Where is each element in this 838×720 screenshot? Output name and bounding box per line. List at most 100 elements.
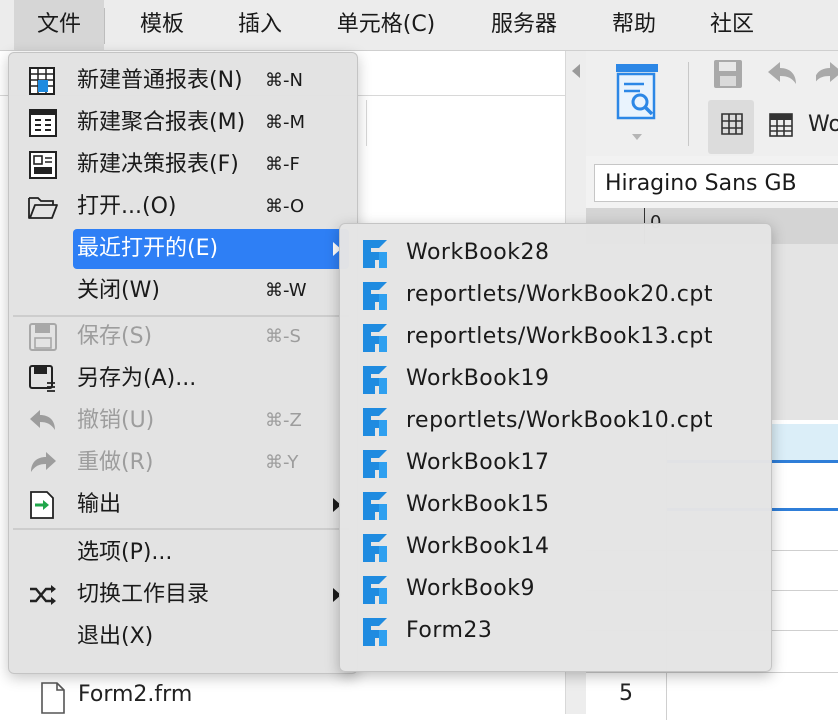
new-decision-report-icon bbox=[29, 151, 57, 179]
menu-item-recent[interactable]: 最近打开的(E) bbox=[13, 229, 353, 269]
save-icon[interactable] bbox=[712, 58, 744, 90]
recent-item[interactable]: WorkBook19 bbox=[348, 358, 758, 398]
workbook-file-icon bbox=[363, 240, 387, 268]
preview-icon[interactable] bbox=[614, 62, 660, 122]
menu-help[interactable]: 帮助 bbox=[592, 0, 676, 50]
file-menu: 新建普通报表(N) ⌘-N 新建聚合报表(M) ⌘-M 新建决策报表(F) ⌘-… bbox=[8, 52, 358, 674]
menu-item-shortcut: ⌘-W bbox=[265, 280, 307, 301]
collapse-left-icon[interactable] bbox=[572, 64, 580, 78]
grid-add-icon bbox=[721, 113, 743, 135]
menu-item-export[interactable]: 输出 bbox=[13, 485, 353, 525]
designer-toolbar: Wo bbox=[586, 50, 838, 156]
menu-item-label: 重做(R) bbox=[77, 450, 154, 475]
menu-cell[interactable]: 单元格(C) bbox=[318, 0, 454, 50]
recent-item[interactable]: WorkBook17 bbox=[348, 442, 758, 482]
menu-item-shortcut: ⌘-S bbox=[265, 326, 301, 347]
grid-line bbox=[586, 672, 838, 673]
row-header[interactable]: 5 bbox=[586, 674, 666, 714]
workbook-file-icon bbox=[363, 534, 387, 562]
menu-item-label: 打开...(O) bbox=[77, 194, 177, 219]
font-family-field[interactable]: Hiragino Sans GB bbox=[594, 164, 838, 202]
chevron-down-icon[interactable] bbox=[632, 134, 642, 140]
menu-item-label: 退出(X) bbox=[77, 624, 154, 649]
recent-item-label: WorkBook28 bbox=[406, 240, 550, 265]
workbook-file-icon bbox=[363, 576, 387, 604]
menu-item-new-aggregate-report[interactable]: 新建聚合报表(M) ⌘-M bbox=[13, 103, 353, 143]
workbook-file-icon bbox=[363, 366, 387, 394]
pane-divider-vertical bbox=[366, 100, 367, 146]
menubar: 文件 模板 插入 单元格(C) 服务器 帮助 社区 bbox=[0, 0, 838, 51]
menu-item-label: 撤销(U) bbox=[77, 408, 155, 433]
tab-label-partial[interactable]: Wo bbox=[808, 112, 838, 137]
recent-item-label: Form23 bbox=[406, 618, 493, 643]
recent-item-label: WorkBook17 bbox=[406, 450, 550, 475]
menu-item-shortcut: ⌘-M bbox=[265, 112, 306, 133]
menu-item-exit[interactable]: 退出(X) bbox=[13, 617, 353, 657]
menu-item-label: 选项(P)... bbox=[77, 540, 173, 565]
menu-community[interactable]: 社区 bbox=[690, 0, 774, 50]
recent-files-submenu: WorkBook28 reportlets/WorkBook20.cpt rep… bbox=[339, 223, 772, 672]
menu-item-options[interactable]: 选项(P)... bbox=[13, 533, 353, 573]
menu-item-open[interactable]: 打开...(O) ⌘-O bbox=[13, 187, 353, 227]
recent-item[interactable]: WorkBook14 bbox=[348, 526, 758, 566]
recent-item-label: WorkBook9 bbox=[406, 576, 535, 601]
recent-item-label: WorkBook15 bbox=[406, 492, 550, 517]
file-tree-item-label: Form2.frm bbox=[78, 682, 193, 707]
menu-file[interactable]: 文件 bbox=[14, 0, 104, 50]
menu-item-label: 新建普通报表(N) bbox=[77, 68, 243, 93]
menu-item-save-as[interactable]: 另存为(A)... bbox=[13, 359, 353, 399]
menu-template[interactable]: 模板 bbox=[120, 0, 204, 50]
menu-item-new-report[interactable]: 新建普通报表(N) ⌘-N bbox=[13, 61, 353, 101]
save-as-icon bbox=[29, 365, 55, 392]
menu-item-save[interactable]: 保存(S) ⌘-S bbox=[13, 317, 353, 357]
workbook-file-icon bbox=[363, 282, 387, 310]
workbook-file-icon bbox=[363, 324, 387, 352]
menu-item-shortcut: ⌘-O bbox=[265, 196, 305, 217]
menu-item-label: 输出 bbox=[77, 492, 122, 517]
menu-separator bbox=[13, 528, 349, 530]
workbook-file-icon bbox=[363, 408, 387, 436]
workbook-file-icon bbox=[363, 492, 387, 520]
recent-item[interactable]: WorkBook28 bbox=[348, 232, 758, 272]
menu-server[interactable]: 服务器 bbox=[474, 0, 574, 50]
new-report-icon bbox=[29, 67, 55, 95]
recent-item[interactable]: reportlets/WorkBook20.cpt bbox=[348, 274, 758, 314]
recent-item-label: reportlets/WorkBook13.cpt bbox=[406, 324, 713, 349]
recent-item-label: WorkBook19 bbox=[406, 366, 550, 391]
menu-item-undo[interactable]: 撤销(U) ⌘-Z bbox=[13, 401, 353, 441]
recent-item[interactable]: WorkBook15 bbox=[348, 484, 758, 524]
menubar-separator bbox=[104, 8, 105, 44]
menu-item-label: 保存(S) bbox=[77, 324, 153, 349]
recent-item-label: reportlets/WorkBook10.cpt bbox=[406, 408, 713, 433]
menu-item-shortcut: ⌘-Y bbox=[265, 452, 299, 473]
table-icon[interactable] bbox=[768, 112, 794, 138]
shuffle-icon bbox=[30, 585, 56, 605]
menu-item-label: 切换工作目录 bbox=[77, 582, 210, 607]
menu-insert[interactable]: 插入 bbox=[218, 0, 302, 50]
menu-item-redo[interactable]: 重做(R) ⌘-Y bbox=[13, 443, 353, 483]
menu-item-switch-workdir[interactable]: 切换工作目录 bbox=[13, 575, 353, 615]
toolbar-separator bbox=[688, 62, 689, 146]
folder-open-icon bbox=[28, 197, 58, 219]
form-file-icon bbox=[363, 618, 387, 646]
menu-item-label: 新建聚合报表(M) bbox=[77, 110, 246, 135]
undo-icon bbox=[30, 410, 55, 430]
menu-item-label: 新建决策报表(F) bbox=[77, 152, 239, 177]
menu-item-label: 关闭(W) bbox=[77, 278, 160, 303]
recent-item[interactable]: WorkBook9 bbox=[348, 568, 758, 608]
redo-icon[interactable] bbox=[816, 58, 838, 90]
recent-item[interactable]: reportlets/WorkBook13.cpt bbox=[348, 316, 758, 356]
recent-item[interactable]: reportlets/WorkBook10.cpt bbox=[348, 400, 758, 440]
menu-item-label: 另存为(A)... bbox=[77, 366, 197, 391]
recent-item[interactable]: Form23 bbox=[348, 610, 758, 650]
redo-icon bbox=[31, 452, 56, 472]
workbook-file-icon bbox=[363, 450, 387, 478]
recent-item-label: WorkBook14 bbox=[406, 534, 550, 559]
export-icon bbox=[30, 491, 54, 519]
menu-item-shortcut: ⌘-F bbox=[265, 154, 300, 175]
menu-item-new-decision-report[interactable]: 新建决策报表(F) ⌘-F bbox=[13, 145, 353, 185]
menu-item-close[interactable]: 关闭(W) ⌘-W bbox=[13, 271, 353, 311]
menu-item-label: 最近打开的(E) bbox=[77, 236, 219, 261]
menu-item-shortcut: ⌘-Z bbox=[265, 410, 302, 431]
undo-icon[interactable] bbox=[764, 58, 800, 90]
